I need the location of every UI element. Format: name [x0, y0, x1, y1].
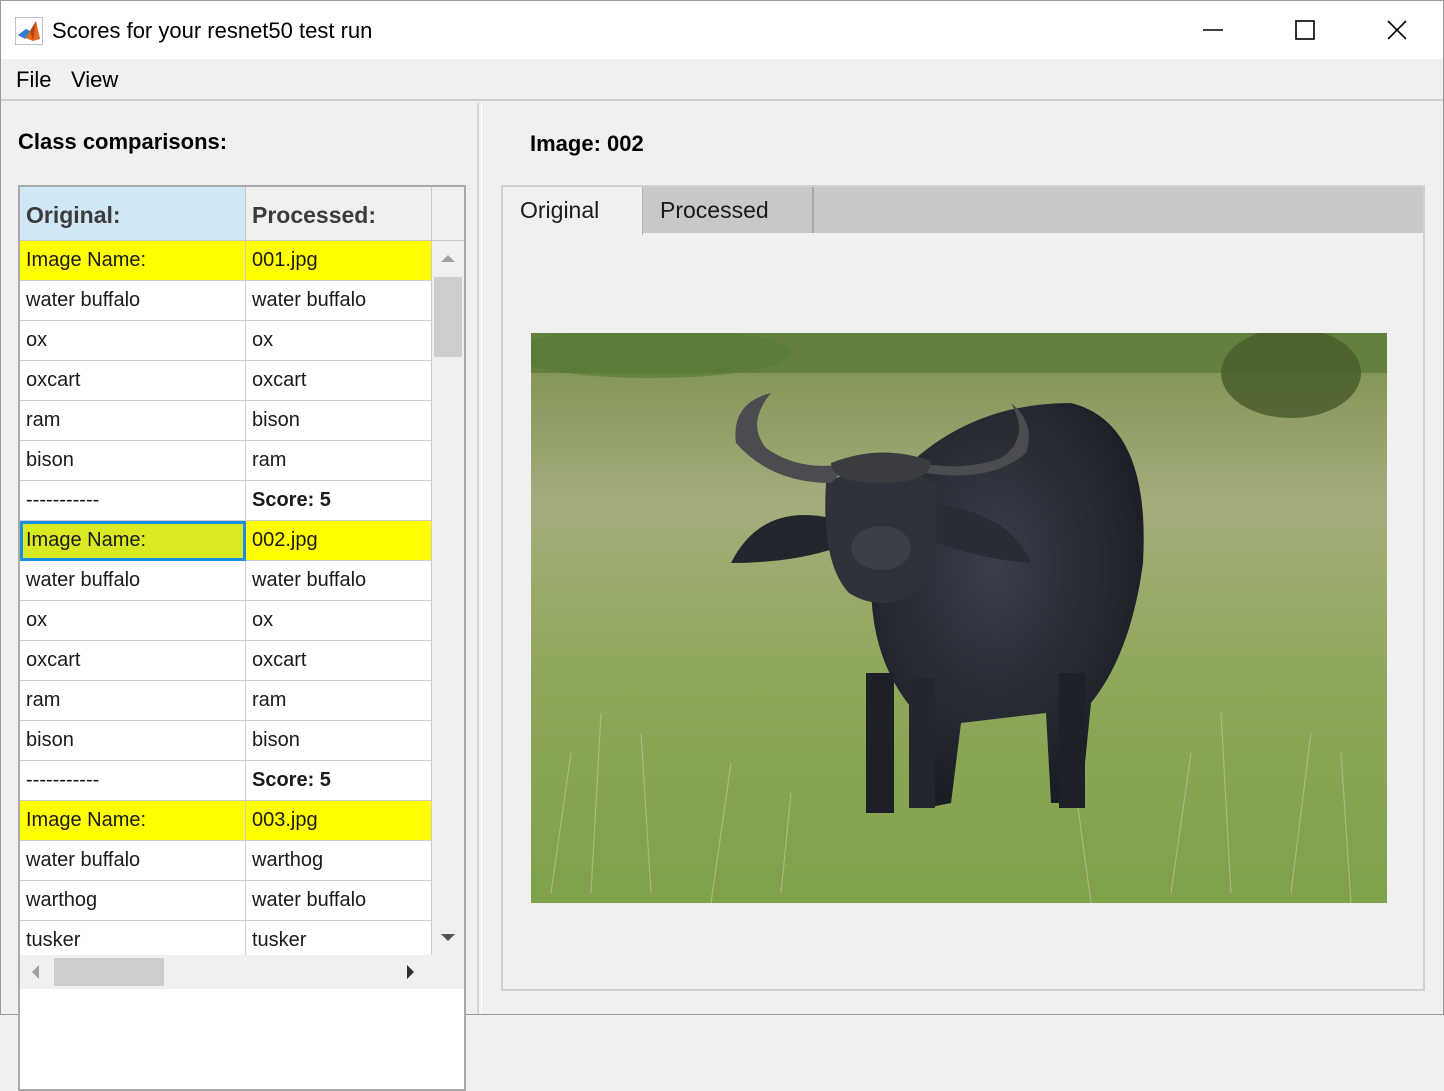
buffalo-photo — [531, 333, 1387, 903]
cell-original[interactable]: ram — [20, 681, 246, 721]
cell-processed[interactable]: warthog — [246, 841, 432, 881]
window-title: Scores for your resnet50 test run — [52, 18, 373, 43]
cell-processed[interactable]: oxcart — [246, 361, 432, 401]
cell-original[interactable]: ox — [20, 601, 246, 641]
cell-processed[interactable]: 002.jpg — [246, 521, 432, 561]
tab-processed[interactable]: Processed — [643, 187, 814, 233]
table-row[interactable]: ox ox — [20, 601, 432, 641]
cell-original[interactable]: tusker — [20, 921, 246, 955]
cell-original[interactable]: oxcart — [20, 641, 246, 681]
cell-processed[interactable]: oxcart — [246, 641, 432, 681]
table-row[interactable]: ram bison — [20, 401, 432, 441]
table-row[interactable]: oxcart oxcart — [20, 361, 432, 401]
table-body: Image Name: 001.jpg water buffalo water buf… — [20, 241, 432, 955]
scroll-down-arrow-icon[interactable] — [440, 933, 456, 943]
cell-original[interactable]: Image Name: — [20, 521, 246, 561]
table-header: Original: Processed: — [20, 187, 464, 241]
cell-original[interactable]: warthog — [20, 881, 246, 921]
cell-processed[interactable]: ram — [246, 441, 432, 481]
cell-processed[interactable]: water buffalo — [246, 881, 432, 921]
table-row[interactable]: ----------- Score: 5 — [20, 481, 432, 521]
horizontal-scroll-thumb[interactable] — [54, 958, 164, 986]
cell-original[interactable]: oxcart — [20, 361, 246, 401]
cell-processed[interactable]: bison — [246, 721, 432, 761]
cell-processed[interactable]: water buffalo — [246, 281, 432, 321]
cell-original[interactable]: bison — [20, 721, 246, 761]
class-comparisons-heading: Class comparisons: — [18, 129, 228, 154]
table-row[interactable]: bison ram — [20, 441, 432, 481]
image-heading: Image: 002 — [530, 131, 644, 156]
table-row[interactable]: warthog water buffalo — [20, 881, 432, 921]
cell-processed[interactable]: water buffalo — [246, 561, 432, 601]
cell-processed[interactable]: Score: 5 — [246, 481, 432, 521]
table-row[interactable]: ox ox — [20, 321, 432, 361]
vertical-scroll-thumb[interactable] — [434, 277, 462, 357]
table-row[interactable]: Image Name: 003.jpg — [20, 801, 432, 841]
table-row[interactable]: ram ram — [20, 681, 432, 721]
menu-view[interactable]: View — [71, 67, 118, 93]
horizontal-scrollbar[interactable] — [20, 955, 464, 989]
cell-original[interactable]: bison — [20, 441, 246, 481]
menu-bar: File View — [1, 59, 1443, 101]
table-row[interactable]: water buffalo water buffalo — [20, 561, 432, 601]
cell-processed[interactable]: ram — [246, 681, 432, 721]
table-row[interactable]: tusker tusker — [20, 921, 432, 955]
tab-original[interactable]: Original — [503, 187, 643, 235]
class-comparisons-panel: Class comparisons: Original: Processed: … — [1, 103, 479, 1091]
column-header-original[interactable]: Original: — [20, 187, 246, 241]
cell-original[interactable]: water buffalo — [20, 561, 246, 601]
scroll-left-arrow-icon[interactable] — [30, 964, 40, 980]
cell-original[interactable]: ----------- — [20, 761, 246, 801]
menu-file[interactable]: File — [16, 67, 51, 93]
tab-strip: Original Processed — [503, 187, 1423, 235]
image-preview-panel: Image: 002 Original Processed — [481, 103, 1443, 1014]
comparison-table: Original: Processed: Image Name: 001.jpg w… — [18, 185, 466, 1091]
table-row[interactable]: bison bison — [20, 721, 432, 761]
maximize-button[interactable] — [1259, 1, 1351, 59]
cell-processed[interactable]: 003.jpg — [246, 801, 432, 841]
cell-original[interactable]: ----------- — [20, 481, 246, 521]
close-icon — [1387, 20, 1407, 40]
table-row[interactable]: water buffalo warthog — [20, 841, 432, 881]
app-window: Scores for your resnet50 test run File V… — [0, 0, 1444, 1091]
matlab-logo-icon — [15, 17, 43, 45]
cell-processed[interactable]: bison — [246, 401, 432, 441]
cell-original[interactable]: ram — [20, 401, 246, 441]
table-row[interactable]: water buffalo water buffalo — [20, 281, 432, 321]
minimize-icon — [1203, 29, 1223, 31]
maximize-icon — [1295, 20, 1315, 40]
cell-processed[interactable]: ox — [246, 601, 432, 641]
scroll-right-arrow-icon[interactable] — [406, 964, 416, 980]
header-corner — [432, 187, 464, 241]
column-header-processed[interactable]: Processed: — [246, 187, 432, 241]
title-bar: Scores for your resnet50 test run — [1, 1, 1443, 59]
table-row[interactable]: Image Name: 002.jpg — [20, 521, 432, 561]
cell-processed[interactable]: ox — [246, 321, 432, 361]
cell-original[interactable]: water buffalo — [20, 281, 246, 321]
cell-original[interactable]: Image Name: — [20, 241, 246, 281]
cell-processed[interactable]: tusker — [246, 921, 432, 955]
table-row[interactable]: ----------- Score: 5 — [20, 761, 432, 801]
image-tab-group: Original Processed — [501, 185, 1425, 991]
close-button[interactable] — [1351, 1, 1443, 59]
scroll-up-arrow-icon[interactable] — [440, 253, 456, 263]
cell-processed[interactable]: Score: 5 — [246, 761, 432, 801]
table-row[interactable]: Image Name: 001.jpg — [20, 241, 432, 281]
cell-original[interactable]: ox — [20, 321, 246, 361]
cell-original[interactable]: water buffalo — [20, 841, 246, 881]
table-row[interactable]: oxcart oxcart — [20, 641, 432, 681]
cell-original[interactable]: Image Name: — [20, 801, 246, 841]
cell-processed[interactable]: 001.jpg — [246, 241, 432, 281]
vertical-scrollbar[interactable] — [432, 241, 464, 955]
minimize-button[interactable] — [1167, 1, 1259, 59]
